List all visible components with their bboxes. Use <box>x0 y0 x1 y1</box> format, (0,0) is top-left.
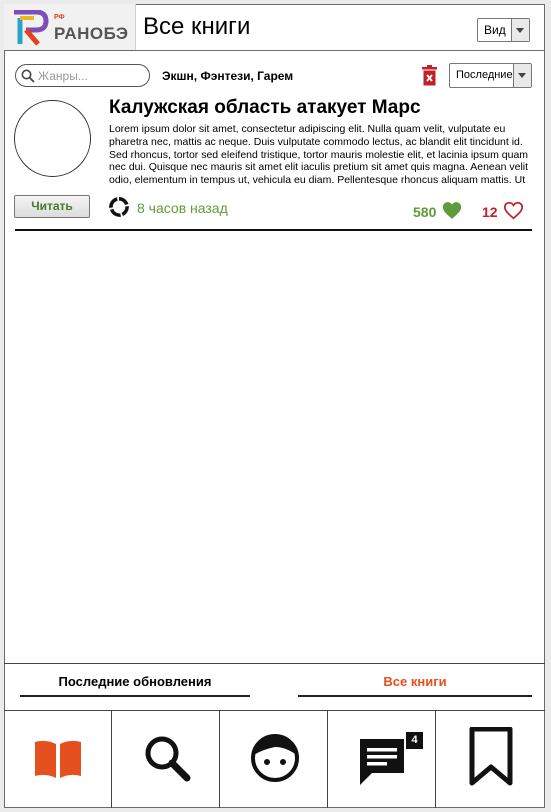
logo-mark-icon <box>14 10 49 46</box>
sort-select[interactable]: Последние <box>449 63 532 88</box>
nav-item-books[interactable] <box>4 711 112 808</box>
nav-item-messages[interactable]: 4 <box>328 711 436 808</box>
heart-outline-icon[interactable] <box>503 201 524 220</box>
header: РФ РАНОБЭ Все книги Вид <box>4 4 545 51</box>
tab-latest-updates[interactable]: Последние обновления <box>20 674 250 689</box>
favorites-count: 12 <box>482 204 498 220</box>
bottom-nav: 4 <box>4 710 545 808</box>
view-select-value: Вид <box>484 23 506 37</box>
tab-underline <box>20 695 250 697</box>
book-icon <box>35 740 81 778</box>
tab-all-books[interactable]: Все книги <box>298 674 532 689</box>
search-placeholder: Жанры... <box>38 69 88 83</box>
tab-underline <box>298 695 532 697</box>
chevron-down-icon[interactable] <box>513 64 531 87</box>
nav-item-search[interactable] <box>112 711 220 808</box>
loading-spinner-icon <box>109 197 129 217</box>
logo-superscript: РФ <box>54 14 65 21</box>
book-description: Lorem ipsum dolor sit amet, consectetur … <box>109 123 529 187</box>
profile-icon <box>251 734 299 782</box>
nav-item-profile[interactable] <box>220 711 328 808</box>
sort-select-value: Последние <box>456 69 513 81</box>
logo-text: РАНОБЭ <box>54 24 129 43</box>
book-cover[interactable] <box>14 100 91 177</box>
view-select[interactable]: Вид <box>477 18 530 42</box>
trash-icon[interactable] <box>421 65 438 86</box>
book-title[interactable]: Калужская область атакует Марс <box>109 97 421 119</box>
genre-search-input[interactable]: Жанры... <box>15 64 150 87</box>
likes-count: 580 <box>413 204 437 220</box>
divider <box>4 663 545 664</box>
selected-genres: Экшн, Фэнтези, Гарем <box>162 69 294 83</box>
search-icon <box>21 69 35 83</box>
messages-icon <box>360 739 404 785</box>
read-button[interactable]: Читать <box>14 195 90 218</box>
search-icon <box>145 736 191 782</box>
updated-time: 8 часов назад <box>137 200 228 216</box>
messages-badge: 4 <box>406 732 423 749</box>
logo[interactable]: РФ РАНОБЭ <box>4 4 136 50</box>
heart-filled-icon[interactable] <box>442 201 462 220</box>
divider <box>15 229 532 231</box>
nav-item-bookmarks[interactable] <box>436 711 544 808</box>
chevron-down-icon[interactable] <box>511 19 529 41</box>
page-title: Все книги <box>143 13 251 40</box>
bookmark-icon <box>469 727 513 786</box>
